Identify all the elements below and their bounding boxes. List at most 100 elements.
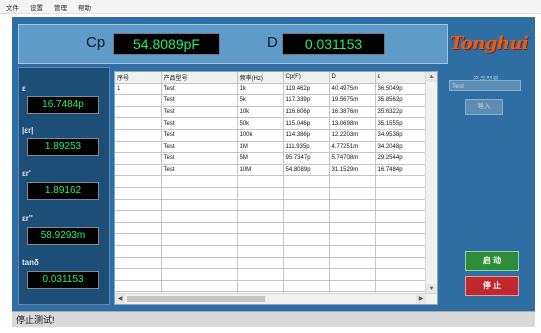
header-d[interactable]: D: [329, 72, 376, 84]
table-cell: [115, 164, 162, 177]
table-cell: [329, 257, 376, 270]
table-row[interactable]: Test 10M 54.8089p 31.1529m 16.7484p: [115, 164, 426, 177]
scroll-right-icon[interactable]: ▶: [416, 294, 426, 304]
param-value-er-real: 1.89162: [27, 182, 99, 200]
table-cell: [375, 257, 426, 270]
table-row[interactable]: Test 5M 95.7347p 5.74708m 29.2544p: [115, 152, 426, 165]
header-index[interactable]: 序号: [115, 72, 162, 84]
table-cell: [283, 257, 330, 270]
menu-manage[interactable]: 管理: [48, 2, 72, 12]
table-cell: [375, 199, 426, 212]
table-row-empty[interactable]: [115, 280, 426, 293]
table-cell: 114.386p: [283, 129, 330, 142]
table-cell: 34.9538p: [375, 129, 426, 142]
table-cell: Test: [161, 83, 238, 96]
table-cell: 35.6322p: [375, 106, 426, 119]
table-cell: [375, 210, 426, 223]
table-cell: [375, 280, 426, 293]
table-cell: [115, 141, 162, 154]
table-cell: [329, 268, 376, 281]
table-cell: [115, 245, 162, 258]
table-row-empty[interactable]: [115, 245, 426, 258]
param-label-abs-er: |εr|: [22, 126, 34, 135]
table-cell: [329, 233, 376, 246]
table-cell: 5k: [237, 94, 284, 107]
header-model[interactable]: 产品型号: [161, 72, 238, 84]
param-label-tan-delta: tanδ: [22, 258, 39, 267]
header-frequency[interactable]: 频率(Hz): [237, 72, 284, 84]
table-cell: 5M: [237, 152, 284, 165]
table-cell: 35.1555p: [375, 117, 426, 130]
table-row-empty[interactable]: [115, 210, 426, 223]
table-cell: 1k: [237, 83, 284, 96]
table-row-empty[interactable]: [115, 187, 426, 200]
table-row-empty[interactable]: [115, 175, 426, 188]
main-window: Cp 54.8089pF D 0.031153 Tonghui ε 16.748…: [12, 17, 535, 327]
model-input[interactable]: Test: [449, 80, 521, 91]
table-cell: 29.2544p: [375, 152, 426, 165]
table-cell: 5.74708m: [329, 152, 376, 165]
table-cell: [161, 210, 238, 223]
table-cell: [161, 199, 238, 212]
header-cp[interactable]: Cp(F): [283, 72, 330, 84]
horizontal-scrollbar[interactable]: ◀ ▶: [115, 293, 437, 304]
header-epsilon[interactable]: ε: [375, 72, 426, 84]
table-cell: [237, 175, 284, 188]
table-cell: [237, 210, 284, 223]
table-cell: [115, 152, 162, 165]
table-cell: 16.3876m: [329, 106, 376, 119]
table-cell: [329, 175, 376, 188]
table-cell: [161, 268, 238, 281]
brand-logo: Tonghui: [449, 24, 529, 62]
table-row[interactable]: Test 1M 111.935p 4.77251m 34.2048p: [115, 141, 426, 154]
table-row[interactable]: Test 5k 117.339p 19.5675m 35.8562p: [115, 94, 426, 107]
table-row-empty[interactable]: [115, 268, 426, 281]
table-cell: 10k: [237, 106, 284, 119]
table-cell: 19.5675m: [329, 94, 376, 107]
menu-file[interactable]: 文件: [0, 2, 24, 12]
vertical-scrollbar[interactable]: ▲ ▼: [425, 72, 437, 294]
table-cell: 115.046p: [283, 117, 330, 130]
status-text: 停止测试!: [16, 315, 55, 325]
table-cell: [115, 187, 162, 200]
table-cell: [283, 175, 330, 188]
table-cell: 111.935p: [283, 141, 330, 154]
import-button[interactable]: 导入: [465, 99, 503, 115]
menu-help[interactable]: 帮助: [72, 2, 96, 12]
table-cell: 119.462p: [283, 83, 330, 96]
table-cell: [329, 187, 376, 200]
results-table-panel: 序号 产品型号 频率(Hz) Cp(F) D ε 1 Test 1k 119.462p…: [114, 71, 438, 305]
table-cell: [329, 280, 376, 293]
table-cell: [115, 106, 162, 119]
table-cell: Test: [161, 141, 238, 154]
table-row-empty[interactable]: [115, 257, 426, 270]
table-cell: [283, 280, 330, 293]
table-row[interactable]: Test 10k 116.606p 16.3876m 35.6322p: [115, 106, 426, 119]
table-cell: [161, 233, 238, 246]
param-value-tan-delta: 0.031153: [27, 271, 99, 289]
table-row[interactable]: Test 50k 115.046p 13.0698m 35.1555p: [115, 117, 426, 130]
table-cell: 10M: [237, 164, 284, 177]
table-cell: [161, 175, 238, 188]
table-cell: [375, 268, 426, 281]
stop-button[interactable]: 停 止: [465, 276, 519, 296]
start-button[interactable]: 启 动: [465, 251, 519, 271]
scroll-up-icon[interactable]: ▲: [426, 72, 437, 82]
control-panel: 产品型号 Test 导入 启 动 停 止: [443, 67, 529, 303]
table-row-empty[interactable]: [115, 233, 426, 246]
table-cell: 95.7347p: [283, 152, 330, 165]
table-row[interactable]: 1 Test 1k 119.462p 40.4975m 36.5049p: [115, 83, 426, 96]
table-row-empty[interactable]: [115, 222, 426, 235]
table-cell: [283, 245, 330, 258]
table-row-empty[interactable]: [115, 199, 426, 212]
results-table: 序号 产品型号 频率(Hz) Cp(F) D ε 1 Test 1k 119.462p…: [115, 72, 426, 304]
table-cell: [161, 257, 238, 270]
menu-settings[interactable]: 设置: [24, 2, 48, 12]
table-cell: 35.8562p: [375, 94, 426, 107]
scroll-left-icon[interactable]: ◀: [115, 294, 125, 304]
table-cell: 13.0698m: [329, 117, 376, 130]
table-row[interactable]: Test 100k 114.386p 12.2203m 34.9538p: [115, 129, 426, 142]
table-cell: [237, 245, 284, 258]
scroll-thumb[interactable]: [127, 296, 265, 302]
table-cell: [329, 245, 376, 258]
